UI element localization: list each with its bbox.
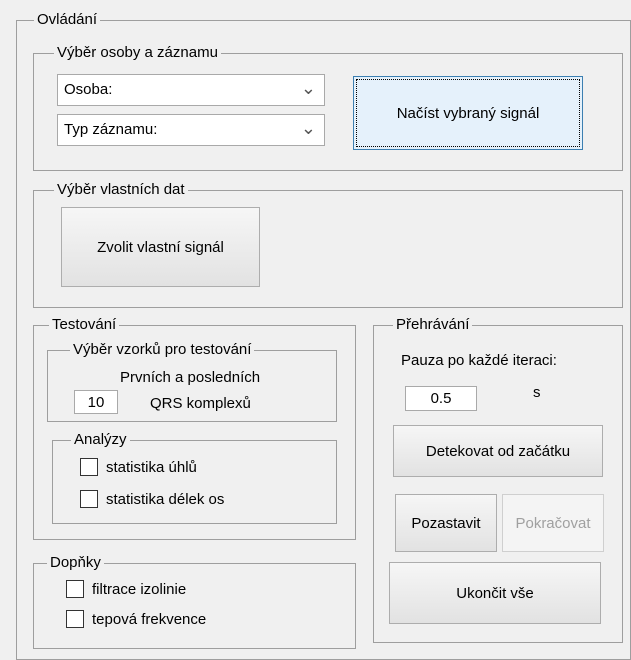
checkbox-tepova-frekvence[interactable]	[66, 610, 84, 628]
person-record-title: Výběr osoby a záznamu	[54, 45, 221, 61]
testovani-title: Testování	[49, 317, 120, 333]
checkbox-filtrace-izolinie[interactable]	[66, 580, 84, 598]
osoba-dropdown-value: Osoba:	[64, 81, 113, 98]
load-signal-button[interactable]: Načíst vybraný signál	[353, 76, 583, 150]
label-statistika-uhlu: statistika úhlů	[106, 459, 197, 476]
detect-from-start-button[interactable]: Detekovat od začátku	[393, 425, 603, 477]
label-tepova-frekvence: tepová frekvence	[92, 611, 207, 628]
sample-line2: QRS komplexů	[150, 395, 251, 412]
typ-zaznamu-dropdown-value: Typ záznamu:	[64, 121, 158, 138]
pause-button[interactable]: Pozastavit	[395, 494, 497, 552]
sample-selection-title: Výběr vzorků pro testování	[70, 342, 255, 358]
osoba-dropdown[interactable]: Osoba: ⌄	[57, 74, 325, 106]
pause-value-input[interactable]: 0.5	[405, 386, 477, 411]
typ-zaznamu-dropdown[interactable]: Typ záznamu: ⌄	[57, 114, 325, 146]
analyzy-group	[52, 440, 337, 524]
ovladani-title: Ovládání	[34, 12, 101, 28]
doplnky-group	[33, 563, 356, 649]
qrs-count-input[interactable]: 10	[74, 390, 118, 414]
sample-line1: Prvních a posledních	[120, 369, 261, 386]
choose-custom-signal-button[interactable]: Zvolit vlastní signál	[61, 207, 260, 287]
doplnky-title: Dopňky	[47, 555, 104, 571]
checkbox-statistika-uhlu[interactable]	[80, 458, 98, 476]
analyzy-title: Analýzy	[71, 432, 130, 448]
end-all-button[interactable]: Ukončit vše	[389, 562, 601, 624]
custom-data-title: Výběr vlastních dat	[54, 182, 188, 198]
chevron-down-icon: ⌄	[300, 78, 316, 98]
continue-button[interactable]: Pokračovat	[502, 494, 604, 552]
chevron-down-icon: ⌄	[300, 118, 316, 138]
label-filtrace-izolinie: filtrace izolinie	[92, 581, 187, 598]
pause-unit: s	[533, 384, 541, 401]
label-statistika-delek-os: statistika délek os	[106, 491, 225, 508]
prehravani-title: Přehrávání	[393, 317, 473, 333]
pause-label: Pauza po každé iteraci:	[401, 352, 557, 369]
checkbox-statistika-delek-os[interactable]	[80, 490, 98, 508]
